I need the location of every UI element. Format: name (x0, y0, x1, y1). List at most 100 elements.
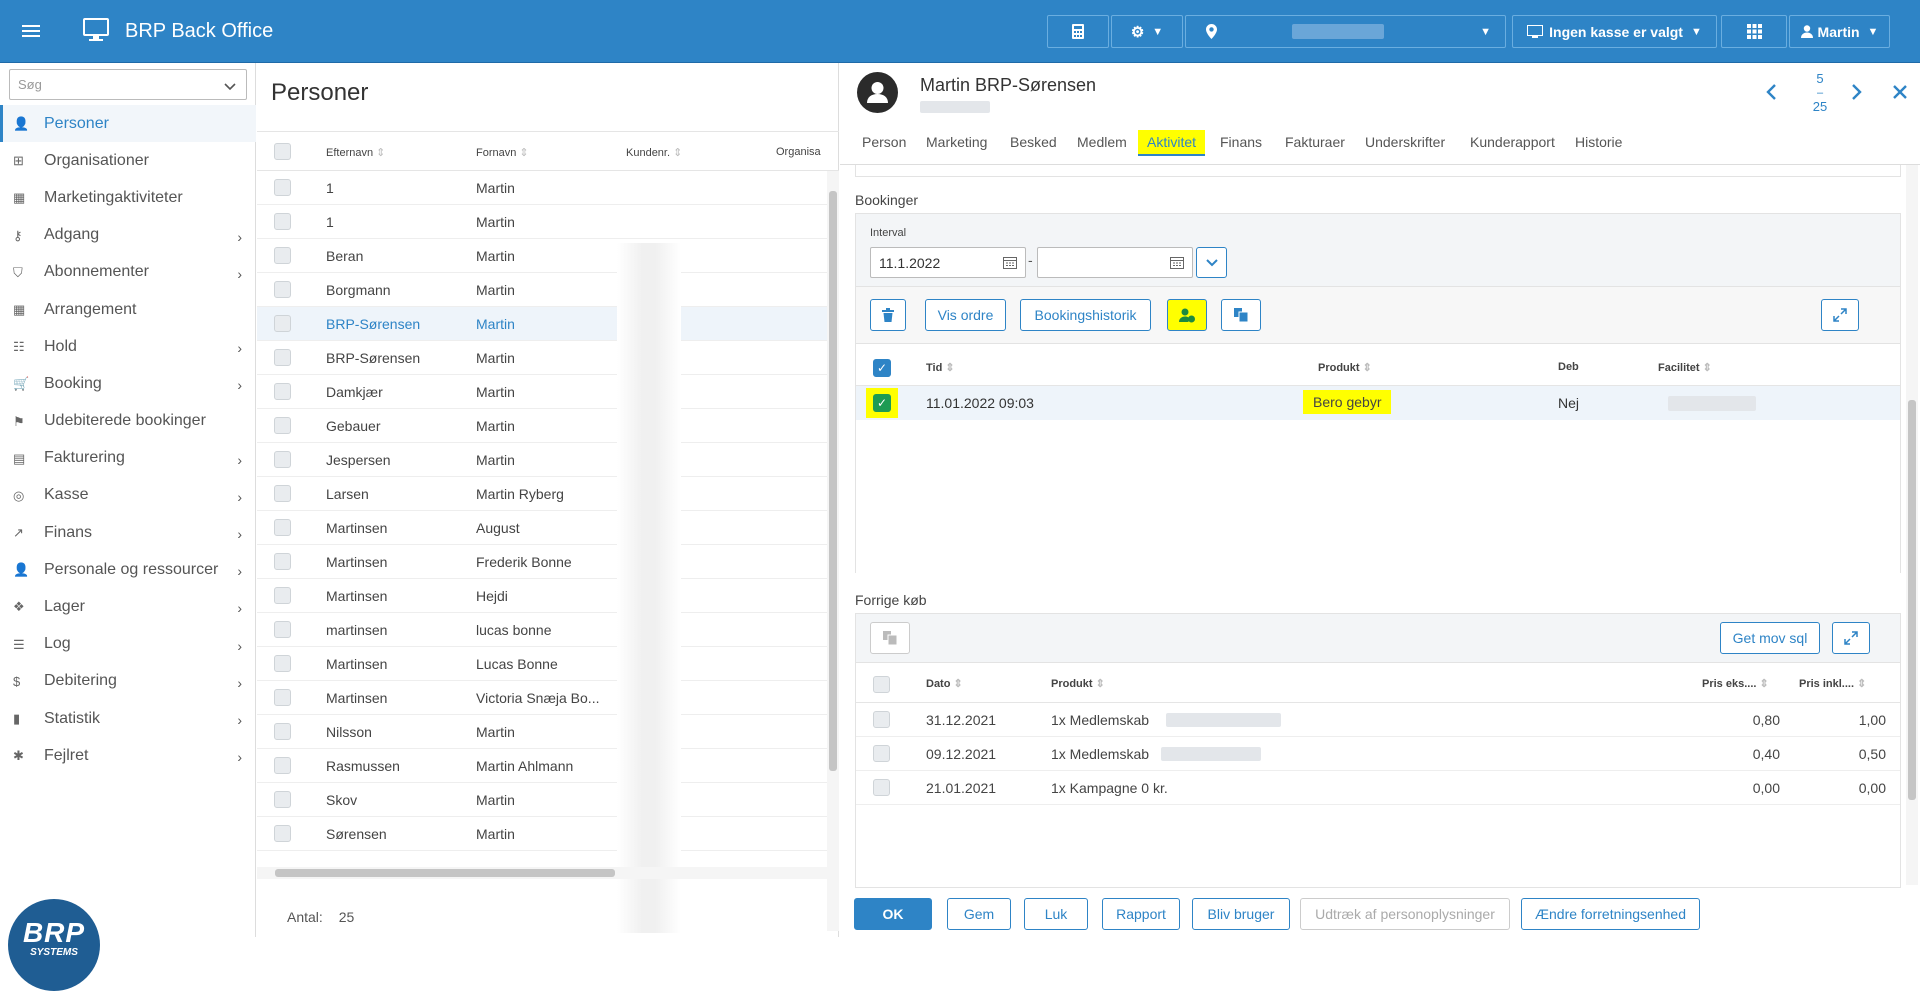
apps-button[interactable] (1721, 15, 1787, 48)
row-checkbox[interactable] (274, 485, 291, 502)
table-row[interactable]: Rasmussen Martin Ahlmann (257, 749, 827, 783)
row-checkbox[interactable] (873, 745, 890, 762)
user-menu[interactable]: Martin ▼ (1789, 15, 1890, 48)
row-checkbox[interactable] (274, 417, 291, 434)
tab-finans[interactable]: Finans (1220, 134, 1262, 150)
table-row[interactable]: 09.12.2021 1x Medlemskab 0,40 0,50 (856, 737, 1900, 771)
column-header-efternavn[interactable]: Efternavn ⇕ (326, 146, 385, 159)
close-icon[interactable] (1893, 85, 1907, 102)
calendar-icon[interactable] (1003, 256, 1017, 272)
copy-button[interactable] (1221, 299, 1261, 331)
kasse-select[interactable]: Ingen kasse er valgt ▼ (1512, 15, 1717, 48)
sidebar-item-abonnementer[interactable]: ⛉ Abonnementer › (0, 254, 256, 291)
table-row[interactable]: 1 Martin (257, 171, 827, 205)
sidebar-item-personale-og-ressourcer[interactable]: 👤 Personale og ressourcer › (0, 551, 256, 588)
row-checkbox[interactable] (274, 655, 291, 672)
tab-historie[interactable]: Historie (1575, 134, 1622, 150)
row-checkbox[interactable] (274, 519, 291, 536)
next-icon[interactable] (1851, 83, 1863, 104)
table-row[interactable]: Damkjær Martin (257, 375, 827, 409)
bliv-bruger-button[interactable]: Bliv bruger (1192, 898, 1290, 930)
column-header-produkt[interactable]: Produkt ⇕ (1318, 361, 1372, 374)
row-checkbox[interactable] (274, 689, 291, 706)
row-checkbox[interactable]: ✓ (873, 394, 891, 412)
date-from-input[interactable]: 11.1.2022 (870, 247, 1026, 278)
row-checkbox[interactable] (274, 825, 291, 842)
table-row[interactable]: Skov Martin (257, 783, 827, 817)
table-row[interactable]: SørensenMartin (257, 851, 827, 856)
column-header-pris-inkl[interactable]: Pris inkl.... ⇕ (1799, 677, 1866, 690)
ok-button[interactable]: OK (854, 898, 932, 930)
sidebar-item-log[interactable]: ☰ Log › (0, 626, 256, 663)
tab-besked[interactable]: Besked (1010, 134, 1057, 150)
table-row[interactable]: Larsen Martin Ryberg (257, 477, 827, 511)
table-row[interactable]: Gebauer Martin (257, 409, 827, 443)
table-row[interactable]: Martinsen Frederik Bonne (257, 545, 827, 579)
table-row[interactable]: Martinsen Victoria Snæja Bo... (257, 681, 827, 715)
column-header-dato[interactable]: Dato ⇕ (926, 677, 963, 690)
row-checkbox[interactable] (274, 281, 291, 298)
tab-kunderapport[interactable]: Kunderapport (1470, 134, 1555, 150)
gem-button[interactable]: Gem (947, 898, 1011, 930)
aendre-forretningsenhed-button[interactable]: Ændre forretningsenhed (1521, 898, 1700, 930)
sidebar-item-arrangement[interactable]: ▦ Arrangement (0, 291, 256, 328)
tab-underskrifter[interactable]: Underskrifter (1365, 134, 1445, 150)
table-row[interactable]: Martinsen Lucas Bonne (257, 647, 827, 681)
sidebar-item-hold[interactable]: ☷ Hold › (0, 328, 256, 365)
date-to-input[interactable] (1037, 247, 1193, 278)
search-input[interactable]: Søg (9, 69, 247, 100)
vertical-scrollbar[interactable] (827, 171, 839, 931)
row-checkbox[interactable] (873, 779, 890, 796)
scrollbar-thumb[interactable] (1908, 400, 1916, 800)
table-row[interactable]: ✓ 11.01.2022 09:03 Bero gebyr Nej (856, 386, 1900, 420)
table-row[interactable]: BRP-Sørensen Martin (257, 341, 827, 375)
get-mov-sql-button[interactable]: Get mov sql (1720, 622, 1820, 654)
sidebar-item-kasse[interactable]: ◎ Kasse › (0, 477, 256, 514)
copy-button[interactable] (870, 622, 910, 654)
sidebar-item-fejlret[interactable]: ✱ Fejlret › (0, 737, 256, 774)
column-header-facilitet[interactable]: Facilitet ⇕ (1658, 361, 1712, 374)
select-all-checkbox[interactable]: ✓ (873, 359, 891, 377)
row-checkbox[interactable] (274, 213, 291, 230)
column-header-kundenr[interactable]: Kundenr. ⇕ (626, 146, 682, 159)
column-header-pris-eks[interactable]: Pris eks.... ⇕ (1702, 677, 1769, 690)
location-select[interactable]: ▼ (1185, 15, 1506, 48)
sidebar-item-personer[interactable]: 👤 Personer (0, 105, 256, 143)
table-row[interactable]: SørensenMartin (257, 817, 827, 851)
column-header-tid[interactable]: Tid ⇕ (926, 361, 955, 374)
column-header-deb[interactable]: Deb (1558, 361, 1579, 373)
delete-button[interactable] (870, 299, 906, 331)
column-header-fornavn[interactable]: Fornavn ⇕ (476, 146, 529, 159)
table-row[interactable]: 1 Martin (257, 205, 827, 239)
row-checkbox[interactable] (274, 757, 291, 774)
vis-ordre-button[interactable]: Vis ordre (925, 299, 1006, 331)
calculator-button[interactable] (1047, 15, 1109, 48)
row-checkbox[interactable] (274, 383, 291, 400)
sidebar-item-adgang[interactable]: ⚷ Adgang › (0, 217, 256, 254)
sidebar-item-marketingaktiviteter[interactable]: ▦ Marketingaktiviteter (0, 179, 256, 216)
tab-aktivitet[interactable]: Aktivitet (1138, 130, 1206, 156)
horizontal-scrollbar[interactable] (257, 867, 827, 879)
tab-fakturaer[interactable]: Fakturaer (1285, 134, 1345, 150)
scrollbar-thumb[interactable] (275, 869, 615, 877)
previous-icon[interactable] (1765, 83, 1777, 106)
expand-button[interactable] (1832, 622, 1870, 654)
sidebar-item-booking[interactable]: 🛒 Booking › (0, 365, 256, 402)
tab-medlem[interactable]: Medlem (1077, 134, 1127, 150)
table-row[interactable]: Martinsen August (257, 511, 827, 545)
select-all-checkbox[interactable] (274, 143, 291, 160)
row-checkbox[interactable] (274, 451, 291, 468)
rapport-button[interactable]: Rapport (1102, 898, 1180, 930)
expand-button[interactable] (1821, 299, 1859, 331)
row-checkbox[interactable] (274, 723, 291, 740)
table-row[interactable]: BRP-Sørensen Martin (257, 307, 827, 341)
row-checkbox[interactable] (873, 711, 890, 728)
sidebar-item-udebiterede-bookinger[interactable]: ⚑ Udebiterede bookinger (0, 403, 256, 440)
luk-button[interactable]: Luk (1024, 898, 1088, 930)
sidebar-item-finans[interactable]: ↗ Finans › (0, 514, 256, 551)
sidebar-item-fakturering[interactable]: ▤ Fakturering › (0, 440, 256, 477)
sidebar-item-lager[interactable]: ❖ Lager › (0, 588, 256, 625)
bookingshistorik-button[interactable]: Bookingshistorik (1020, 299, 1151, 331)
location-settings-button[interactable]: ⚙ ▼ (1111, 15, 1183, 48)
table-row[interactable]: Martinsen Hejdi (257, 579, 827, 613)
